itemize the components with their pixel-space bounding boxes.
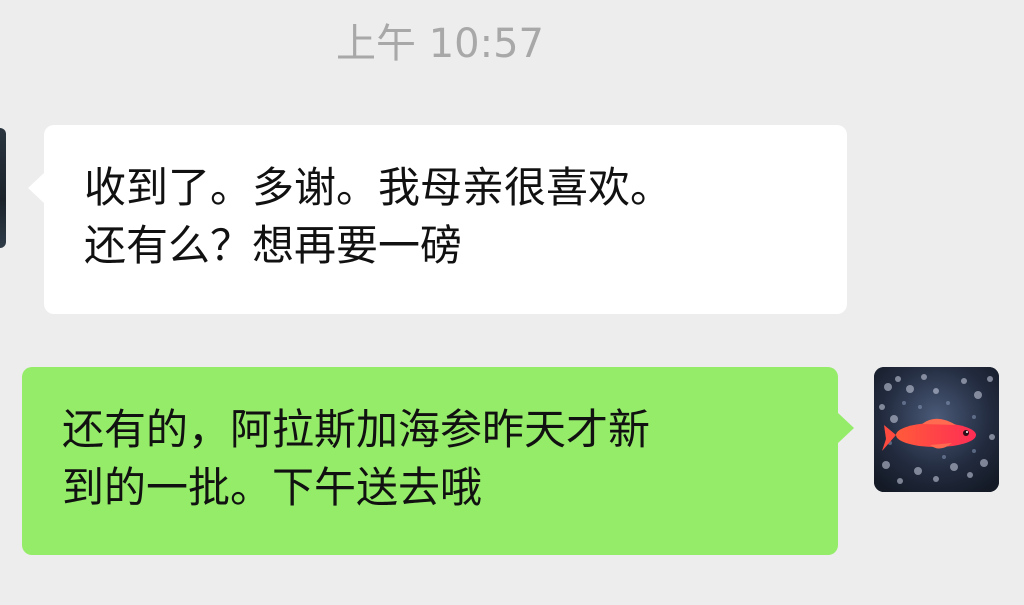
outgoing-message-bubble[interactable]: 还有的，阿拉斯加海参昨天才新 到的一批。下午送去哦 [22, 367, 838, 555]
outgoing-message-line-2: 到的一批。下午送去哦 [62, 463, 483, 512]
incoming-message-line-1: 收到了。多谢。我母亲很喜欢。 [84, 163, 673, 212]
incoming-bubble-tail [28, 172, 45, 204]
contact-avatar[interactable] [0, 128, 6, 248]
message-timestamp: 上午 10:57 [336, 21, 544, 67]
incoming-message-line-2: 还有么？想再要一磅 [84, 221, 463, 270]
user-avatar[interactable] [874, 367, 999, 492]
outgoing-message-line-1: 还有的，阿拉斯加海参昨天才新 [62, 405, 651, 454]
fish-icon [874, 367, 999, 492]
outgoing-bubble-tail [837, 412, 854, 444]
incoming-message-bubble[interactable]: 收到了。多谢。我母亲很喜欢。 还有么？想再要一磅 [44, 125, 847, 314]
